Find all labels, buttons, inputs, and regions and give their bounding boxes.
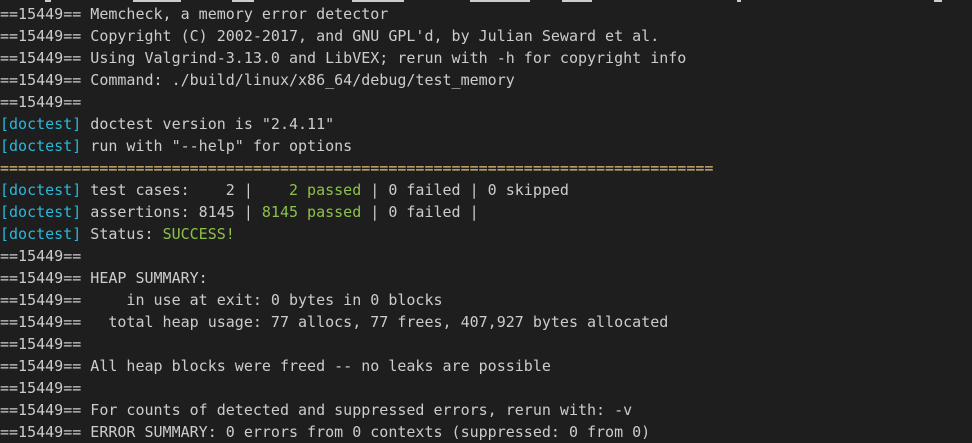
output-text: ==15449== All heap blocks were freed -- … — [0, 357, 551, 375]
terminal-line: ==15449== total heap usage: 77 allocs, 7… — [0, 311, 972, 333]
terminal-line: ========================================… — [0, 157, 972, 179]
terminal-lines: ==15449== Memcheck, a memory error detec… — [0, 3, 972, 443]
terminal-line: ==15449== Copyright (C) 2002-2017, and G… — [0, 25, 972, 47]
terminal-line: ==15449== All heap blocks were freed -- … — [0, 355, 972, 377]
success-text: 8145 passed — [261, 203, 362, 221]
terminal-line: [doctest] test cases: 2 | 2 passed | 0 f… — [0, 179, 972, 201]
terminal-line: ==15449== HEAP SUMMARY: — [0, 267, 972, 289]
terminal-output[interactable]: ==15449== Memcheck, a memory error detec… — [0, 0, 972, 442]
doctest-tag: [doctest] — [0, 225, 82, 243]
output-text: Status: — [81, 225, 163, 243]
output-text: ==15449== — [0, 379, 82, 397]
terminal-line: [doctest] Status: SUCCESS! — [0, 223, 972, 245]
doctest-tag: [doctest] — [0, 137, 82, 155]
output-text: ==15449== HEAP SUMMARY: — [0, 269, 208, 287]
output-text: doctest version is "2.4.11" — [81, 115, 335, 133]
output-text: ==15449== Memcheck, a memory error detec… — [0, 5, 389, 23]
output-text: ==15449== — [0, 93, 82, 111]
terminal-line: ==15449== — [0, 91, 972, 113]
output-text: ==15449== in use at exit: 0 bytes in 0 b… — [0, 291, 443, 309]
terminal-line: [doctest] assertions: 8145 | 8145 passed… — [0, 201, 972, 223]
terminal-line: ==15449== For counts of detected and sup… — [0, 399, 972, 421]
output-text: ==15449== Command: ./build/linux/x86_64/… — [0, 71, 515, 89]
terminal-line: [doctest] doctest version is "2.4.11" — [0, 113, 972, 135]
terminal-line: ==15449== Memcheck, a memory error detec… — [0, 3, 972, 25]
output-text: ==15449== Using Valgrind-3.13.0 and LibV… — [0, 49, 687, 67]
terminal-line: ==15449== Using Valgrind-3.13.0 and LibV… — [0, 47, 972, 69]
success-text: 2 passed — [289, 181, 362, 199]
output-text: test cases: 2 | — [81, 181, 289, 199]
output-text: assertions: 8145 | — [81, 203, 262, 221]
terminal-line: ==15449== in use at exit: 0 bytes in 0 b… — [0, 289, 972, 311]
terminal-line: ==15449== Command: ./build/linux/x86_64/… — [0, 69, 972, 91]
terminal-line: ==15449== — [0, 333, 972, 355]
doctest-tag: [doctest] — [0, 115, 82, 133]
doctest-tag: [doctest] — [0, 203, 82, 221]
output-text: ==15449== Copyright (C) 2002-2017, and G… — [0, 27, 660, 45]
terminal-line: ==15449== ERROR SUMMARY: 0 errors from 0… — [0, 421, 972, 443]
doctest-tag: [doctest] — [0, 181, 82, 199]
terminal-line: [doctest] run with "--help" for options — [0, 135, 972, 157]
output-text: ==15449== — [0, 335, 82, 353]
output-text: ==15449== For counts of detected and sup… — [0, 401, 633, 419]
terminal-line: ==15449== — [0, 377, 972, 399]
output-text: | 0 failed | — [361, 203, 479, 221]
output-text: run with "--help" for options — [81, 137, 353, 155]
success-text: SUCCESS! — [162, 225, 235, 243]
output-text: ==15449== total heap usage: 77 allocs, 7… — [0, 313, 669, 331]
output-text: ==15449== ERROR SUMMARY: 0 errors from 0… — [0, 423, 651, 441]
clipped-previous-line — [0, 0, 972, 2]
separator-line: ========================================… — [0, 159, 714, 177]
output-text: ==15449== — [0, 247, 82, 265]
output-text: | 0 failed | 0 skipped — [361, 181, 569, 199]
terminal-line: ==15449== — [0, 245, 972, 267]
